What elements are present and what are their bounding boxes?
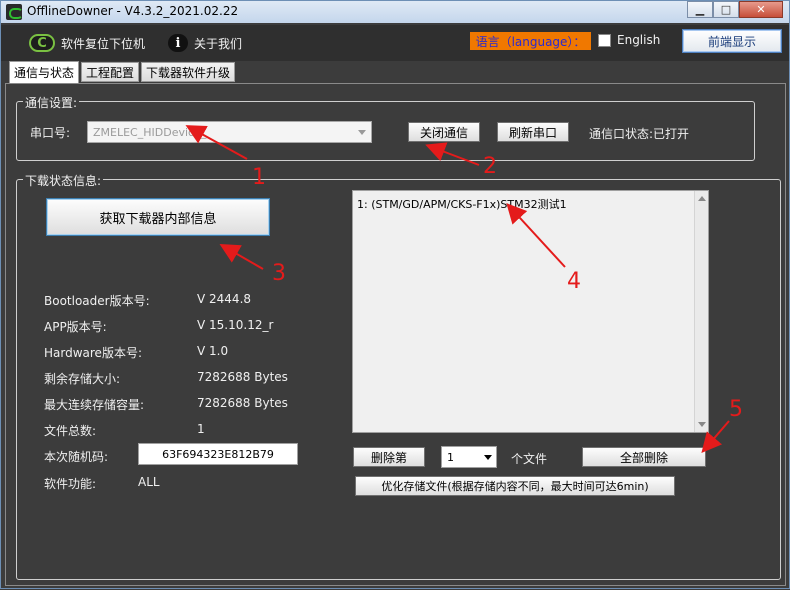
list-item[interactable]: 1: (STM/GD/APM/CKS-F1x)STM32测试1 (357, 196, 567, 212)
tab-comm-status[interactable]: 通信与状态 (9, 61, 80, 83)
optimize-storage-button[interactable]: 优化存储文件(根据存储内容不同，最大时间可达6min) (355, 476, 675, 496)
close-button[interactable]: ✕ (739, 1, 783, 18)
minimize-button[interactable]: ▁ (687, 1, 713, 18)
english-checkbox-box[interactable] (598, 33, 611, 47)
app-icon (6, 4, 23, 20)
max-contiguous-value: 7282688 Bytes (197, 396, 288, 410)
file-unit-label: 个文件 (511, 452, 548, 466)
tab-firmware-upgrade[interactable]: 下载器软件升级 (141, 62, 236, 82)
fetch-info-button[interactable]: 获取下载器内部信息 (46, 198, 270, 236)
chevron-down-icon (484, 455, 492, 460)
reset-device-menu[interactable]: C 软件复位下位机 (29, 33, 145, 53)
english-label: English (617, 33, 661, 47)
about-menu[interactable]: i 关于我们 (168, 33, 242, 53)
window-controls: ▁ □ ✕ (687, 1, 783, 19)
annotation-number-1: 1 (252, 165, 266, 190)
file-list-scrollbar[interactable] (694, 191, 708, 432)
app-version-label: APP版本号: (44, 320, 107, 334)
tab-project-config[interactable]: 工程配置 (81, 62, 140, 82)
free-storage-label: 剩余存储大小: (44, 372, 121, 386)
file-count-value: 1 (197, 422, 205, 436)
port-select[interactable]: ZMELEC_HIDDevice_ (87, 121, 372, 143)
random-code-label: 本次随机码: (44, 450, 109, 464)
hardware-version-value: V 1.0 (197, 344, 229, 358)
tab-bar: 通信与状态 工程配置 下载器软件升级 (9, 61, 237, 83)
front-display-button[interactable]: 前端显示 (682, 29, 782, 53)
software-function-label: 软件功能: (44, 477, 97, 491)
comm-group-title: 通信设置: (23, 94, 80, 111)
maximize-button[interactable]: □ (713, 1, 739, 18)
info-icon: i (168, 34, 188, 52)
port-select-value: ZMELEC_HIDDevice_ (93, 125, 207, 139)
hardware-version-label: Hardware版本号: (44, 346, 142, 360)
annotation-number-3: 3 (272, 261, 286, 286)
delete-index-select[interactable]: 1 (441, 446, 497, 468)
bootloader-version-value: V 2444.8 (197, 292, 252, 306)
scroll-up-icon[interactable] (698, 196, 706, 201)
about-label: 关于我们 (194, 36, 243, 51)
english-checkbox[interactable]: English (598, 33, 660, 47)
port-label: 串口号: (30, 126, 71, 140)
refresh-port-button[interactable]: 刷新串口 (497, 122, 569, 142)
free-storage-value: 7282688 Bytes (197, 370, 288, 384)
annotation-number-4: 4 (567, 269, 581, 294)
annotation-number-2: 2 (483, 154, 497, 179)
window-title: OfflineDowner - V4.3.2_2021.02.22 (27, 4, 239, 18)
reset-icon: C (29, 34, 55, 52)
file-list[interactable]: 1: (STM/GD/APM/CKS-F1x)STM32测试1 (352, 190, 709, 433)
port-status-text: 通信口状态:已打开 (589, 127, 690, 141)
scroll-down-icon[interactable] (698, 422, 706, 427)
delete-index-value: 1 (447, 450, 454, 464)
max-contiguous-label: 最大连续存储容量: (44, 398, 145, 412)
random-code-field[interactable]: 63F694323E812B79 (138, 443, 298, 465)
delete-nth-button[interactable]: 删除第 (353, 447, 425, 467)
app-window: OfflineDowner - V4.3.2_2021.02.22 ▁ □ ✕ … (0, 0, 790, 589)
close-comm-button[interactable]: 关闭通信 (408, 122, 480, 142)
download-group-title: 下载状态信息: (23, 172, 104, 189)
language-label: 语言（language）： (470, 32, 591, 50)
app-version-value: V 15.10.12_r (197, 318, 274, 332)
comm-settings-group: 通信设置: 串口号: ZMELEC_HIDDevice_ 关闭通信 刷新串口 通… (16, 94, 755, 161)
file-count-label: 文件总数: (44, 424, 97, 438)
bootloader-version-label: Bootloader版本号: (44, 294, 150, 308)
reset-device-label: 软件复位下位机 (61, 36, 146, 51)
title-bar: OfflineDowner - V4.3.2_2021.02.22 ▁ □ ✕ (1, 1, 789, 23)
software-function-value: ALL (138, 475, 160, 489)
menu-bar: C 软件复位下位机 i 关于我们 (1, 25, 789, 61)
tab-content: 通信设置: 串口号: ZMELEC_HIDDevice_ 关闭通信 刷新串口 通… (5, 83, 786, 586)
annotation-number-5: 5 (729, 397, 743, 422)
chevron-down-icon (358, 130, 366, 135)
delete-all-button[interactable]: 全部删除 (582, 447, 706, 467)
